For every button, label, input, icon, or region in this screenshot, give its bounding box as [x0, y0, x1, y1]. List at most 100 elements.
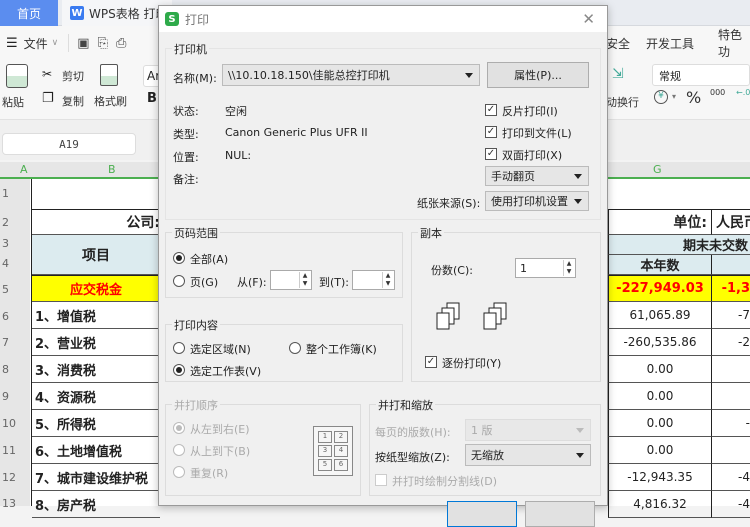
tab-home[interactable]: 首页 [0, 0, 58, 26]
left-to-right-label[interactable]: 从左到右(E) [190, 421, 250, 437]
name-box[interactable]: A19 [2, 133, 136, 155]
cell-unit-label[interactable]: 单位: [608, 209, 711, 235]
cell-item-h[interactable]: -7 [711, 302, 750, 329]
cell-header-item[interactable]: 项目 [32, 235, 160, 275]
cell-header-period[interactable]: 期末未交数 [608, 235, 750, 255]
draw-lines-checkbox[interactable] [375, 474, 387, 486]
page-range-radio-label[interactable]: 页(G) [190, 274, 218, 290]
cell-header-year[interactable]: 本年数 [608, 255, 711, 275]
pages-per-sheet-select[interactable]: 1 版 [465, 419, 591, 441]
close-icon[interactable]: ✕ [582, 10, 595, 28]
menu-developer-tools[interactable]: 开发工具 [646, 35, 694, 52]
cell-item-h[interactable]: -4 [711, 464, 750, 491]
thousands-separator-button[interactable]: 000 [710, 88, 725, 97]
ok-button[interactable] [447, 501, 517, 527]
cell-item-label[interactable]: 6、土地增值税 [32, 437, 160, 464]
column-header-b[interactable]: B [108, 163, 116, 176]
selection-radio[interactable] [173, 342, 185, 354]
cell-company[interactable]: 公司: [32, 209, 160, 235]
cell-item-year[interactable]: 0.00 [608, 410, 711, 437]
cell-item-year[interactable]: -260,535.86 [608, 329, 711, 356]
copies-spinner[interactable]: 1 ▲ ▼ [515, 258, 576, 278]
spinner-arrows-icon[interactable]: ▲ ▼ [563, 260, 574, 276]
cut-button[interactable]: 剪切 [62, 68, 84, 84]
cell-item-h[interactable]: -2 [711, 329, 750, 356]
save-icon[interactable]: ▣ [77, 36, 89, 51]
cell-header-blank[interactable] [711, 255, 750, 275]
to-page-spinner[interactable]: ▲ ▼ [352, 270, 395, 290]
collate-label[interactable]: 逐份打印(Y) [442, 355, 501, 371]
duplex-label[interactable]: 双面打印(X) [502, 147, 562, 163]
reverse-print-label[interactable]: 反片打印(I) [502, 103, 558, 119]
spinner-arrows-icon[interactable]: ▲ ▼ [382, 272, 393, 288]
row-header[interactable]: 7 [0, 336, 14, 349]
chevron-down-icon[interactable]: ▾ [672, 92, 676, 101]
cell-item-label[interactable]: 4、资源税 [32, 383, 160, 410]
cell-tax-payable[interactable]: 应交税金 [32, 275, 160, 302]
row-header[interactable]: 8 [0, 363, 14, 376]
cell-tax-payable-year[interactable]: -227,949.03 [608, 275, 711, 302]
row-header[interactable]: 11 [0, 444, 16, 457]
all-pages-label[interactable]: 全部(A) [190, 251, 228, 267]
from-page-spinner[interactable]: ▲ ▼ [270, 270, 312, 290]
cell-item-h[interactable] [711, 356, 750, 383]
cell-item-year[interactable]: 61,065.89 [608, 302, 711, 329]
column-header-a[interactable]: A [20, 163, 28, 176]
duplex-mode-select[interactable]: 手动翻页 [485, 166, 589, 186]
selection-label[interactable]: 选定区域(N) [190, 341, 251, 357]
print-icon[interactable]: ⎙ [116, 36, 126, 51]
page-range-radio[interactable] [173, 275, 185, 287]
cell-item-label[interactable]: 5、所得税 [32, 410, 160, 437]
column-header-g[interactable]: G [653, 163, 662, 176]
left-to-right-radio[interactable] [173, 422, 185, 434]
cell-item-year[interactable]: 0.00 [608, 356, 711, 383]
cell-item-year[interactable]: 0.00 [608, 383, 711, 410]
print-to-file-checkbox[interactable]: ✓ [485, 126, 497, 138]
duplex-checkbox[interactable]: ✓ [485, 148, 497, 160]
cell-item-label[interactable]: 7、城市建设维护税 [32, 464, 160, 491]
copy-button[interactable]: 复制 [62, 93, 84, 109]
row-header[interactable]: 4 [0, 257, 14, 270]
cancel-button[interactable] [525, 501, 595, 527]
bold-button[interactable]: B [147, 91, 157, 106]
cell-tax-payable-h[interactable]: -1,3 [711, 275, 750, 302]
cell-item-year[interactable]: 4,816.32 [608, 491, 711, 518]
cell-item-h[interactable] [711, 383, 750, 410]
tab-document[interactable]: W WPS表格 打印 [62, 0, 172, 26]
cell-item-year[interactable]: 0.00 [608, 437, 711, 464]
paste-button[interactable]: 粘贴 [2, 94, 24, 110]
row-header[interactable]: 12 [0, 471, 16, 484]
entire-workbook-label[interactable]: 整个工作簿(K) [306, 341, 377, 357]
cell-item-h[interactable]: -4 [711, 491, 750, 518]
row-header[interactable]: 10 [0, 417, 16, 430]
menu-file[interactable]: 文件 [24, 35, 48, 52]
cell-item-label[interactable]: 8、房产税 [32, 491, 160, 518]
repeat-label[interactable]: 重复(R) [190, 465, 228, 481]
entire-workbook-radio[interactable] [289, 342, 301, 354]
collate-checkbox[interactable]: ✓ [425, 356, 437, 368]
row-header[interactable]: 13 [0, 497, 16, 510]
row-header[interactable]: 9 [0, 390, 14, 403]
cell-item-label[interactable]: 3、消费税 [32, 356, 160, 383]
properties-button[interactable]: 属性(P)... [487, 62, 589, 88]
menu-security[interactable]: 安全 [606, 35, 630, 52]
wrap-text-button[interactable]: 动换行 [606, 94, 639, 110]
active-sheet-label[interactable]: 选定工作表(V) [190, 363, 261, 379]
active-sheet-radio[interactable] [173, 364, 185, 376]
paste-icon[interactable] [6, 64, 28, 88]
increase-decimal-icon[interactable]: ←.0 [736, 88, 750, 97]
top-to-bottom-label[interactable]: 从上到下(B) [190, 443, 250, 459]
chevron-down-icon[interactable]: ∨ [52, 38, 59, 48]
cell-unit-value[interactable]: 人民币 [711, 209, 750, 235]
hamburger-icon[interactable]: ☰ [6, 36, 18, 51]
paper-source-select[interactable]: 使用打印机设置 [485, 191, 589, 211]
row-header[interactable]: 3 [0, 237, 14, 250]
top-to-bottom-radio[interactable] [173, 444, 185, 456]
currency-icon[interactable]: ¥ [654, 90, 668, 104]
menu-special-features[interactable]: 特色功 [718, 26, 750, 60]
reverse-print-checkbox[interactable]: ✓ [485, 104, 497, 116]
row-header[interactable]: 6 [0, 310, 14, 323]
cell-item-label[interactable]: 1、增值税 [32, 302, 160, 329]
scale-select[interactable]: 无缩放 [465, 444, 591, 466]
print-to-file-label[interactable]: 打印到文件(L) [502, 125, 572, 141]
